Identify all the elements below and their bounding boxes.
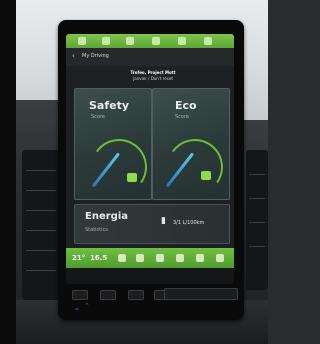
phone-icon[interactable]: [102, 37, 110, 45]
page-title: My Driving: [82, 53, 109, 59]
temp-down-icon[interactable]: ⌄: [74, 304, 80, 312]
seat-heat-icon[interactable]: [136, 254, 144, 262]
energy-value: 3/1 L/100km: [173, 220, 205, 226]
eco-tile-subtitle: Score: [175, 114, 190, 120]
leaf-icon: [127, 173, 137, 182]
energy-stats-tile[interactable]: Energia Statistics ▮ 3/1 L/100km: [74, 204, 230, 244]
infotainment-screen: ‹ My Driving Trofeo, Project Mott Janvie…: [66, 34, 234, 284]
status-bar: [66, 34, 234, 48]
settings-icon[interactable]: [196, 254, 204, 262]
climate-bar: 21° 16.5: [66, 248, 234, 268]
air-vent-right: [246, 150, 268, 290]
phone-icon[interactable]: [176, 254, 184, 262]
eco-tile-title: Eco: [175, 99, 197, 112]
fuel-icon: ▮: [161, 216, 166, 226]
safety-tile-subtitle: Score: [91, 114, 106, 120]
caption-line-2: Janvier / Don't reset: [133, 76, 173, 81]
temp-mid[interactable]: 16.5: [90, 254, 107, 262]
rear-defrost-button[interactable]: [128, 290, 144, 300]
apps-icon[interactable]: [204, 37, 212, 45]
music-icon[interactable]: [126, 37, 134, 45]
lock-button[interactable]: [100, 290, 116, 300]
energy-subtitle: Statistics: [85, 227, 108, 233]
media-control-strip[interactable]: [164, 288, 238, 300]
dark-frame-left: [0, 0, 16, 344]
safety-gauge-icon: [86, 134, 151, 199]
energy-title: Energia: [85, 211, 128, 222]
eco-gauge-icon: [162, 134, 228, 199]
climate-icon[interactable]: [178, 37, 186, 45]
safety-tile-title: Safety: [89, 99, 130, 112]
leaf-icon: [201, 171, 211, 180]
back-arrow-icon[interactable]: ‹: [72, 52, 75, 60]
eco-score-tile[interactable]: Eco Score: [152, 88, 230, 200]
air-vent-left: [22, 150, 60, 300]
safety-score-tile[interactable]: Safety Score: [74, 88, 152, 200]
vehicle-caption: Trofeo, Project Mott Janvier / Don't res…: [108, 70, 198, 82]
lower-strip: [66, 268, 234, 284]
nav-header: ‹ My Driving: [66, 48, 234, 66]
temp-up-icon[interactable]: ⌃: [84, 302, 90, 310]
home-icon[interactable]: [78, 37, 86, 45]
navigation-icon[interactable]: [152, 37, 160, 45]
nav-icon[interactable]: [216, 254, 224, 262]
fan-icon[interactable]: [118, 254, 126, 262]
hazard-button[interactable]: [72, 290, 88, 300]
car-icon[interactable]: [156, 254, 164, 262]
temp-left[interactable]: 21°: [72, 254, 85, 262]
